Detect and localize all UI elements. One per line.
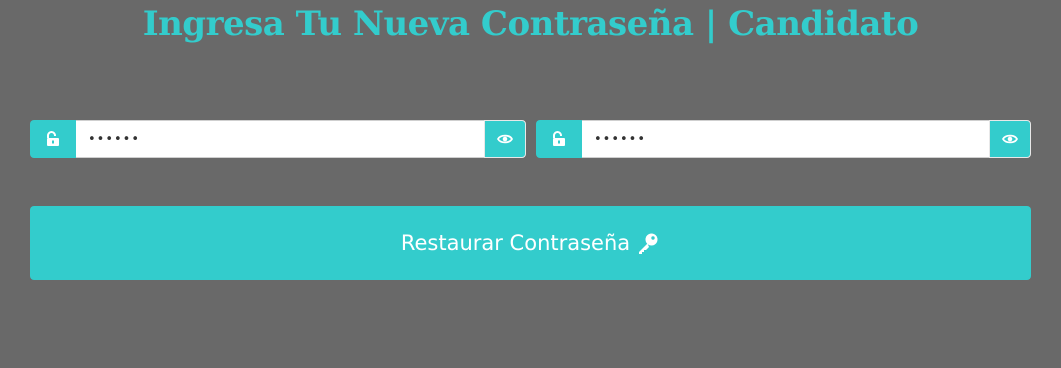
- reset-password-page: Ingresa Tu Nueva Contraseña | Candidato: [0, 0, 1061, 368]
- unlock-icon: [536, 120, 582, 158]
- new-password-input[interactable]: [76, 120, 484, 158]
- restore-password-label: Restaurar Contraseña: [400, 231, 631, 255]
- eye-icon[interactable]: [484, 120, 526, 158]
- key-icon: [636, 231, 660, 255]
- page-title: Ingresa Tu Nueva Contraseña | Candidato: [142, 4, 919, 44]
- new-password-field: [30, 120, 526, 158]
- confirm-password-field: [536, 120, 1031, 158]
- eye-icon[interactable]: [989, 120, 1031, 158]
- restore-password-button[interactable]: Restaurar Contraseña: [30, 206, 1031, 280]
- confirm-password-input[interactable]: [582, 120, 989, 158]
- unlock-icon: [30, 120, 76, 158]
